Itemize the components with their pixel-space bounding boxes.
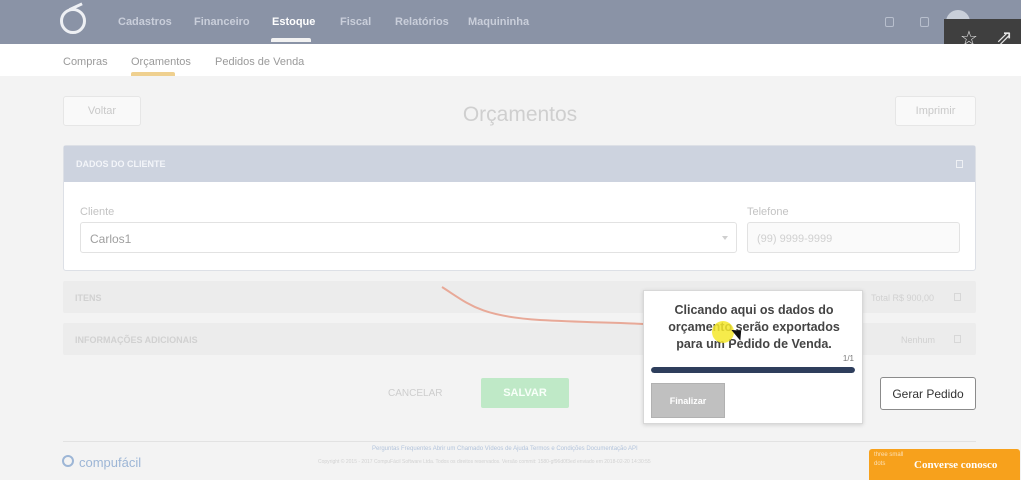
finalizar-label: Finalizar [669,395,707,406]
tooltip-progress-fill [651,367,855,373]
tooltip-counter: 1/1 [842,354,854,363]
tour-tooltip: Clicando aqui os dados do orçamento serã… [643,290,863,424]
finalizar-button[interactable]: Finalizar [651,383,725,418]
tooltip-progress [651,367,855,373]
tooltip-text: Clicando aqui os dados do orçamento serã… [668,303,840,351]
annotation-curve [441,286,731,334]
click-highlight [712,321,734,343]
